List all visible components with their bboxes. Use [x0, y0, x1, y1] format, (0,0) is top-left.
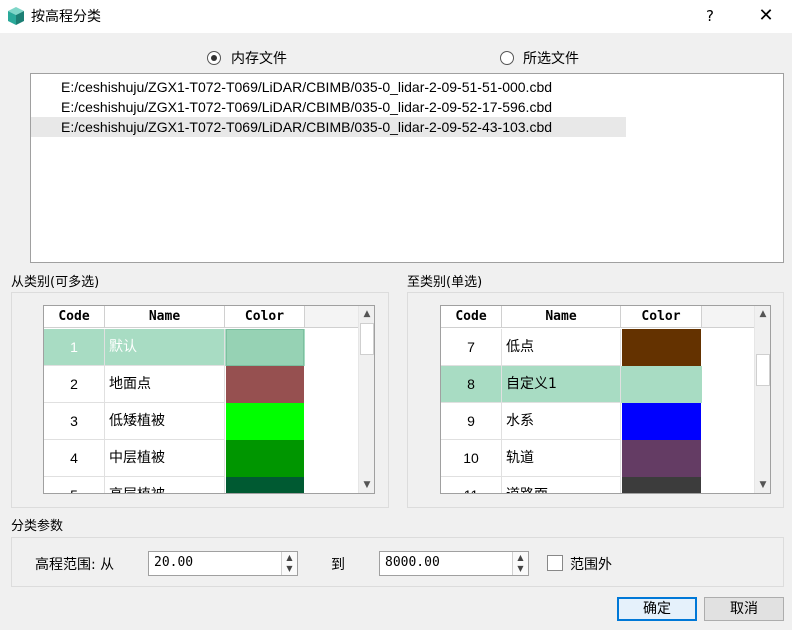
- color-swatch: [622, 403, 701, 440]
- row-code: 4: [44, 440, 105, 477]
- row-code: 1: [44, 329, 105, 366]
- to-table-scrollbar[interactable]: ▲ ▼: [754, 306, 770, 493]
- scroll-thumb[interactable]: [360, 323, 374, 355]
- radio-selected-file[interactable]: [500, 51, 514, 65]
- color-swatch: [226, 366, 304, 403]
- row-name: 水系: [502, 403, 621, 440]
- color-swatch: [226, 403, 304, 440]
- color-swatch: [622, 440, 701, 477]
- scroll-up-arrow-icon[interactable]: ▲: [755, 306, 770, 322]
- to-class-label: 至类别(单选): [407, 275, 483, 290]
- row-code: 3: [44, 403, 105, 440]
- table-row[interactable]: 7 低点: [441, 329, 702, 366]
- window-title: 按高程分类: [31, 9, 101, 25]
- range-from-spinbox[interactable]: 20.00 ▲ ▼: [148, 551, 298, 576]
- color-swatch: [622, 477, 701, 493]
- table-row[interactable]: 5 高层植被: [44, 477, 305, 493]
- file-list-item[interactable]: E:/ceshishuju/ZGX1-T072-T069/LiDAR/CBIMB…: [31, 77, 626, 97]
- scroll-down-arrow-icon[interactable]: ▼: [359, 477, 374, 493]
- radio-memory-file-label[interactable]: 内存文件: [231, 48, 287, 68]
- range-label: 高程范围: 从: [35, 557, 115, 573]
- radio-selected-file-label[interactable]: 所选文件: [523, 48, 579, 68]
- row-code: 5: [44, 477, 105, 493]
- spin-buttons[interactable]: ▲ ▼: [512, 552, 528, 575]
- column-header-code[interactable]: Code: [441, 306, 502, 328]
- table-row[interactable]: 4 中层植被: [44, 440, 305, 477]
- to-class-table[interactable]: Code Name Color 7 低点 8 自定义1 9 水系 10 轨道 1…: [440, 305, 771, 494]
- table-row[interactable]: 2 地面点: [44, 366, 305, 403]
- range-to-spinbox[interactable]: 8000.00 ▲ ▼: [379, 551, 529, 576]
- color-swatch: [622, 366, 701, 403]
- row-name: 默认: [105, 329, 225, 366]
- column-header-name[interactable]: Name: [502, 306, 621, 328]
- title-bar: [0, 0, 792, 33]
- row-name: 高层植被: [105, 477, 225, 493]
- spin-down-arrow-icon[interactable]: ▼: [513, 563, 528, 574]
- cancel-button[interactable]: 取消: [704, 597, 784, 621]
- from-class-table[interactable]: Code Name Color 1 默认 2 地面点 3 低矮植被 4 中层植被…: [43, 305, 375, 494]
- table-row[interactable]: 10 轨道: [441, 440, 702, 477]
- radio-memory-file[interactable]: [207, 51, 221, 65]
- file-list-item[interactable]: E:/ceshishuju/ZGX1-T072-T069/LiDAR/CBIMB…: [31, 117, 626, 137]
- from-table-scrollbar[interactable]: ▲ ▼: [358, 306, 374, 493]
- file-list-item[interactable]: E:/ceshishuju/ZGX1-T072-T069/LiDAR/CBIMB…: [31, 97, 626, 117]
- close-button[interactable]: ✕: [752, 3, 780, 29]
- row-code: 11: [441, 477, 502, 493]
- outside-range-label[interactable]: 范围外: [570, 554, 612, 574]
- row-code: 2: [44, 366, 105, 403]
- color-swatch: [226, 329, 304, 366]
- table-row[interactable]: 11 道路面: [441, 477, 702, 493]
- outside-range-checkbox[interactable]: [547, 555, 563, 571]
- column-header-color[interactable]: Color: [621, 306, 702, 328]
- table-row[interactable]: 9 水系: [441, 403, 702, 440]
- table-row[interactable]: 8 自定义1: [441, 366, 702, 403]
- range-to-value[interactable]: 8000.00: [385, 555, 440, 570]
- row-code: 7: [441, 329, 502, 366]
- from-class-label: 从类别(可多选): [11, 275, 100, 290]
- table-row[interactable]: 3 低矮植被: [44, 403, 305, 440]
- row-code: 9: [441, 403, 502, 440]
- params-label: 分类参数: [11, 519, 64, 534]
- scroll-thumb[interactable]: [756, 354, 770, 386]
- spin-down-arrow-icon[interactable]: ▼: [282, 563, 297, 574]
- row-name: 轨道: [502, 440, 621, 477]
- color-swatch: [622, 329, 701, 366]
- row-name: 低点: [502, 329, 621, 366]
- range-to-label: 到: [331, 557, 345, 573]
- scroll-up-arrow-icon[interactable]: ▲: [359, 306, 374, 322]
- column-header-name[interactable]: Name: [105, 306, 225, 328]
- ok-button[interactable]: 确定: [617, 597, 697, 621]
- row-name: 地面点: [105, 366, 225, 403]
- row-name: 道路面: [502, 477, 621, 493]
- file-list[interactable]: E:/ceshishuju/ZGX1-T072-T069/LiDAR/CBIMB…: [30, 73, 784, 263]
- row-name: 低矮植被: [105, 403, 225, 440]
- app-cube-icon: [8, 7, 24, 25]
- scroll-down-arrow-icon[interactable]: ▼: [755, 477, 770, 493]
- column-header-code[interactable]: Code: [44, 306, 105, 328]
- row-code: 8: [441, 366, 502, 403]
- spin-buttons[interactable]: ▲ ▼: [281, 552, 297, 575]
- table-row[interactable]: 1 默认: [44, 329, 305, 366]
- row-code: 10: [441, 440, 502, 477]
- spin-up-arrow-icon[interactable]: ▲: [282, 552, 297, 563]
- color-swatch: [226, 440, 304, 477]
- range-from-value[interactable]: 20.00: [154, 555, 193, 570]
- row-name: 中层植被: [105, 440, 225, 477]
- row-name: 自定义1: [502, 366, 621, 403]
- help-button[interactable]: ?: [697, 3, 723, 29]
- column-header-color[interactable]: Color: [225, 306, 305, 328]
- spin-up-arrow-icon[interactable]: ▲: [513, 552, 528, 563]
- color-swatch: [226, 477, 304, 493]
